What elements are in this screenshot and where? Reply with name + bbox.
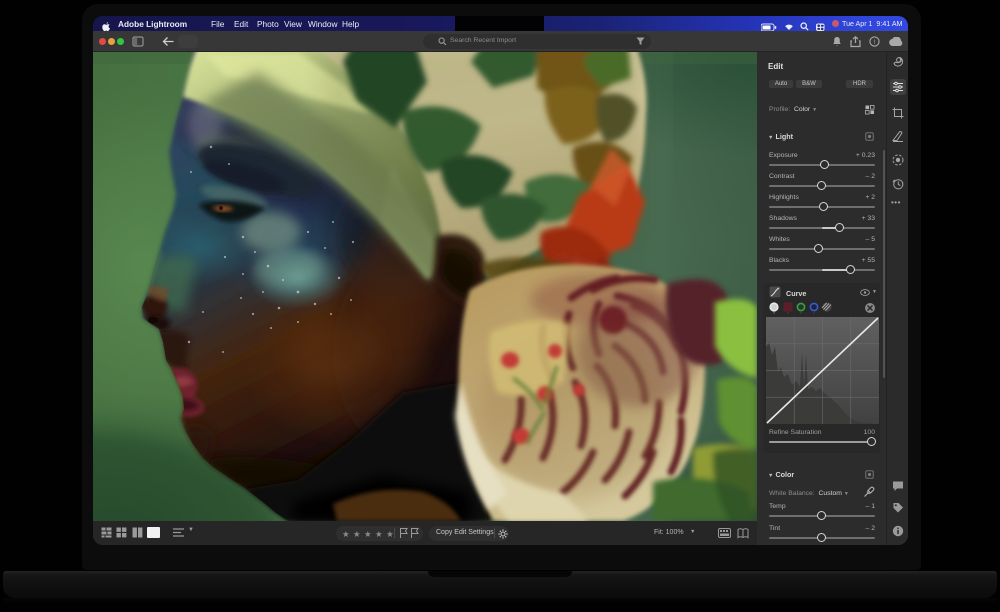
svg-text:!: !	[874, 39, 876, 46]
